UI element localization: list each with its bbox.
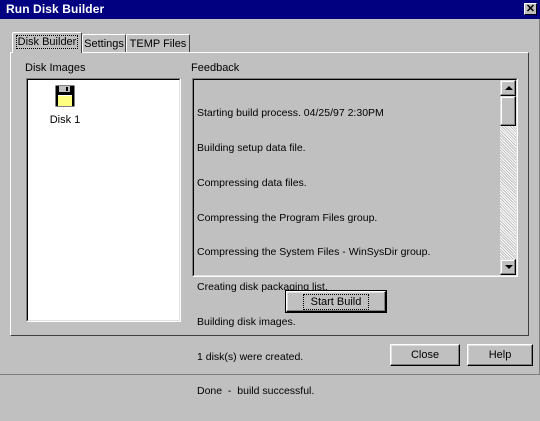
feedback-log[interactable]: Starting build process. 04/25/97 2:30PM …	[192, 78, 518, 397]
arrow-down-icon	[505, 265, 513, 269]
disk-1-label: Disk 1	[49, 114, 81, 126]
arrow-up-icon	[505, 86, 513, 90]
disk-list-item[interactable]: Disk 1	[41, 85, 89, 126]
feedback-line: 1 disk(s) were created.	[197, 350, 304, 363]
start-build-button[interactable]: Start Build	[285, 290, 387, 313]
disk-images-label: Disk Images	[25, 62, 86, 74]
window-title: Run Disk Builder	[6, 2, 105, 16]
feedback-lines: Starting build process. 04/25/97 2:30PM …	[197, 85, 495, 421]
title-bar[interactable]: Run Disk Builder ✕	[0, 0, 540, 19]
feedback-line: Done - build successful.	[197, 385, 315, 398]
feedback-scrollbar[interactable]	[500, 80, 516, 275]
feedback-line: Building setup data file.	[197, 141, 306, 154]
close-icon[interactable]: ✕	[524, 3, 537, 15]
feedback-line: Compressing the Program Files group.	[197, 211, 378, 224]
tab-temp-files[interactable]: TEMP Files	[126, 34, 190, 52]
tab-temp-files-label: TEMP Files	[129, 38, 187, 50]
tab-disk-builder-label: Disk Builder	[15, 35, 79, 49]
floppy-disk-icon	[55, 85, 75, 107]
run-disk-builder-window: Run Disk Builder ✕ Disk Builder Settings…	[0, 0, 540, 397]
feedback-line: Compressing data files.	[197, 176, 307, 189]
feedback-line: Compressing the System Files - WinSysDir…	[197, 246, 431, 259]
feedback-line: Building disk images.	[197, 315, 296, 328]
tab-settings[interactable]: Settings	[82, 34, 126, 52]
tab-settings-label: Settings	[84, 38, 124, 50]
start-build-label: Start Build	[302, 293, 370, 310]
disk-builder-panel: Disk Images Disk 1 Feedback Starting bui…	[10, 52, 529, 397]
scroll-down-button[interactable]	[500, 259, 516, 275]
disk-images-list[interactable]: Disk 1	[26, 78, 181, 322]
tab-disk-builder[interactable]: Disk Builder	[12, 32, 82, 53]
scroll-thumb[interactable]	[500, 96, 516, 126]
feedback-line: Starting build process. 04/25/97 2:30PM	[197, 107, 384, 120]
scroll-up-button[interactable]	[500, 80, 516, 96]
feedback-label: Feedback	[191, 62, 240, 74]
